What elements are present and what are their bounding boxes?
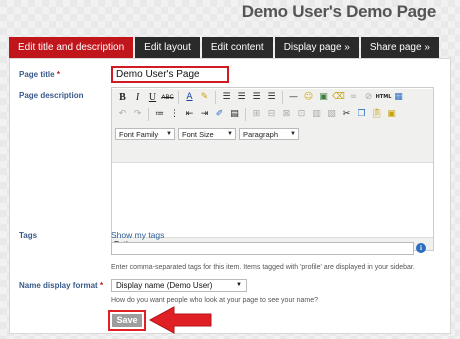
page-description-label: Page description — [19, 91, 84, 100]
toolbar-separator — [245, 107, 246, 121]
toolbar-separator — [215, 90, 216, 104]
table-icon[interactable]: ▤ — [227, 107, 242, 122]
tags-label: Tags — [19, 231, 38, 240]
tags-help-text: Enter comma-separated tags for this item… — [111, 264, 415, 271]
toolbar-row-1: B I U ABC A ✎ ☰ ☰ ☰ ☰ — ☺ ▣ ⌫ ∞ ⊘ HTML ▦ — [112, 89, 433, 105]
format-select[interactable]: Paragraph ▼ — [239, 128, 299, 140]
toolbar-separator — [148, 107, 149, 121]
font-family-select-value: Font Family — [119, 129, 159, 139]
chevron-down-icon: ▼ — [227, 131, 233, 137]
redo-icon[interactable]: ↷ — [130, 107, 145, 122]
table-split-icon[interactable]: ▥ — [309, 107, 324, 122]
editor-toolbar: B I U ABC A ✎ ☰ ☰ ☰ ☰ — ☺ ▣ ⌫ ∞ ⊘ HTML ▦… — [112, 89, 433, 163]
tab-edit-title[interactable]: Edit title and description — [9, 37, 134, 58]
align-right-icon[interactable]: ☰ — [249, 90, 264, 105]
required-mark: * — [99, 281, 104, 290]
chevron-down-icon: ▼ — [236, 282, 242, 288]
highlight-icon[interactable]: ✎ — [197, 90, 212, 105]
tab-edit-layout[interactable]: Edit layout — [135, 37, 200, 58]
tab-bar: Edit title and description Edit layout E… — [9, 37, 441, 58]
toolbar-separator — [282, 90, 283, 104]
rich-text-editor: B I U ABC A ✎ ☰ ☰ ☰ ☰ — ☺ ▣ ⌫ ∞ ⊘ HTML ▦… — [111, 87, 434, 251]
show-my-tags-link[interactable]: Show my tags — [111, 230, 164, 240]
toolbar-row-3: Font Family ▼ Font Size ▼ Paragraph ▼ — [112, 126, 433, 142]
strikethrough-icon[interactable]: ABC — [160, 90, 175, 105]
copy-icon[interactable]: ❐ — [354, 107, 369, 122]
align-left-icon[interactable]: ☰ — [219, 90, 234, 105]
save-highlight: Save — [108, 310, 146, 331]
page-title-label: Page title * — [19, 70, 60, 79]
cut-icon[interactable]: ✂ — [339, 107, 354, 122]
tab-share-page[interactable]: Share page » — [360, 37, 439, 58]
info-icon[interactable]: i — [416, 243, 426, 253]
indent-icon[interactable]: ⇥ — [197, 107, 212, 122]
table-delete-icon[interactable]: ▧ — [324, 107, 339, 122]
bullet-list-icon[interactable]: ≔ — [152, 107, 167, 122]
page-title: Demo User's Demo Page — [241, 2, 437, 21]
unlink-icon[interactable]: ⊘ — [361, 90, 376, 105]
font-family-select[interactable]: Font Family ▼ — [115, 128, 175, 140]
table-col-icon[interactable]: ⊟ — [264, 107, 279, 122]
align-center-icon[interactable]: ☰ — [234, 90, 249, 105]
fullscreen-icon[interactable]: ▦ — [391, 90, 406, 105]
page-title-input[interactable]: Demo User's Page — [111, 66, 229, 83]
format-select-value: Paragraph — [243, 129, 279, 139]
numbered-list-icon[interactable]: ⋮ — [167, 107, 182, 122]
underline-icon[interactable]: U — [145, 90, 160, 105]
tags-input[interactable] — [111, 242, 414, 255]
outdent-icon[interactable]: ⇤ — [182, 107, 197, 122]
emoticon-icon[interactable]: ☺ — [301, 90, 316, 105]
chevron-down-icon: ▼ — [290, 131, 296, 137]
paste-icon[interactable]: 📋︎ — [369, 107, 384, 122]
tab-display-page[interactable]: Display page » — [274, 37, 359, 58]
chevron-down-icon: ▼ — [166, 131, 172, 137]
name-display-format-label: Name display format * — [19, 281, 103, 290]
font-size-select-value: Font Size — [182, 129, 214, 139]
font-color-icon[interactable]: A — [182, 90, 197, 105]
toolbar-row-2: ↶ ↷ ≔ ⋮ ⇤ ⇥ ✐ ▤ ⊞ ⊟ ⊠ ⊡ ▥ ▧ ✂ ❐ 📋︎ ▣ — [112, 106, 433, 122]
justify-icon[interactable]: ☰ — [264, 90, 279, 105]
tab-edit-content[interactable]: Edit content — [201, 37, 273, 58]
required-mark: * — [56, 70, 60, 79]
pointer-arrow-icon — [148, 306, 212, 334]
table-props-icon[interactable]: ⊠ — [279, 107, 294, 122]
edit-icon[interactable]: ✐ — [212, 107, 227, 122]
html-icon[interactable]: HTML — [376, 90, 392, 105]
name-display-select[interactable]: Display name (Demo User) ▼ — [111, 279, 247, 292]
name-display-select-value: Display name (Demo User) — [116, 281, 213, 290]
name-display-help-text: How do you want people who look at your … — [111, 297, 319, 304]
font-size-select[interactable]: Font Size ▼ — [178, 128, 236, 140]
undo-icon[interactable]: ↶ — [115, 107, 130, 122]
table-row-icon[interactable]: ⊞ — [249, 107, 264, 122]
page-title-label-text: Page title — [19, 70, 55, 79]
horizontal-rule-icon[interactable]: — — [286, 90, 301, 105]
image-icon[interactable]: ▣ — [316, 90, 331, 105]
name-display-format-label-text: Name display format — [19, 281, 98, 290]
toolbar-separator — [178, 90, 179, 104]
bold-icon[interactable]: B — [115, 90, 130, 105]
paste-text-icon[interactable]: ▣ — [384, 107, 399, 122]
clean-icon[interactable]: ⌫ — [331, 90, 346, 105]
table-merge-icon[interactable]: ⊡ — [294, 107, 309, 122]
edit-panel: Page title * Demo User's Page Page descr… — [9, 58, 451, 334]
italic-icon[interactable]: I — [130, 90, 145, 105]
editor-content-area[interactable] — [112, 163, 433, 237]
link-icon[interactable]: ∞ — [346, 90, 361, 105]
save-button[interactable]: Save — [112, 314, 142, 327]
